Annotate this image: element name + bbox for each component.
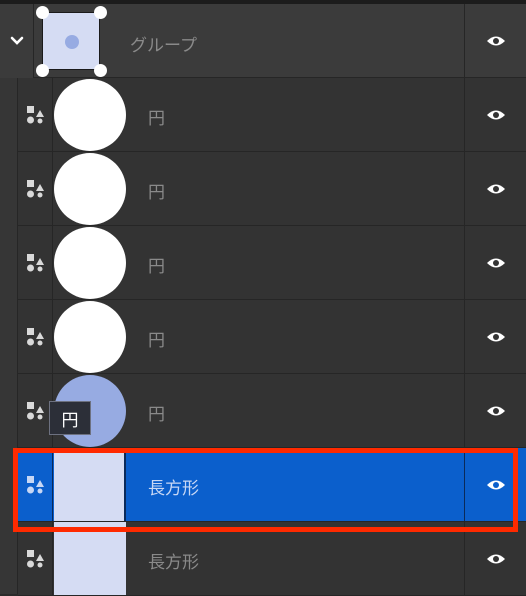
shapes-icon	[27, 475, 44, 493]
layer-label[interactable]: 円	[148, 326, 165, 351]
circle-shape-preview	[54, 153, 126, 225]
shapes-icon	[27, 253, 44, 271]
shapes-icon	[27, 179, 44, 197]
circle-shape-preview	[54, 227, 126, 299]
selection-handle-bottom-left[interactable]	[36, 64, 49, 77]
layer-label[interactable]: 円	[148, 178, 165, 203]
group-indent-bar	[0, 78, 18, 594]
layer-type-toggle[interactable]	[18, 152, 53, 225]
circle-shape-preview	[54, 79, 126, 151]
group-label[interactable]: グループ	[130, 31, 197, 56]
layer-visibility-toggle[interactable]	[464, 226, 526, 299]
layer-thumbnail[interactable]	[54, 152, 126, 225]
layer-row[interactable]: 長方形	[18, 448, 526, 522]
eye-icon	[486, 480, 505, 489]
shapes-icon	[27, 549, 44, 567]
layer-label[interactable]: 円	[148, 104, 165, 129]
layer-thumbnail[interactable]	[54, 226, 126, 299]
layer-group-row[interactable]: グループ	[0, 4, 526, 78]
layer-name-tooltip: 円	[49, 401, 91, 435]
chevron-down-icon	[10, 36, 23, 45]
layer-label[interactable]: 円	[148, 400, 165, 425]
eye-icon	[486, 406, 505, 415]
shapes-icon	[27, 327, 44, 345]
layer-visibility-toggle[interactable]	[464, 300, 526, 373]
group-thumbnail-center-dot	[65, 35, 79, 49]
layer-row[interactable]: 円	[18, 78, 526, 152]
layer-type-toggle[interactable]	[18, 300, 53, 373]
layer-thumbnail[interactable]	[54, 78, 126, 151]
layer-thumbnail[interactable]	[54, 522, 126, 595]
eye-icon	[486, 554, 505, 563]
layer-type-toggle[interactable]	[18, 78, 53, 151]
layer-row[interactable]: 円	[18, 152, 526, 226]
eye-icon	[486, 36, 505, 45]
layer-row[interactable]: 円	[18, 374, 526, 448]
layer-row[interactable]: 長方形	[18, 522, 526, 596]
layer-visibility-toggle[interactable]	[464, 374, 526, 447]
layer-type-toggle[interactable]	[18, 374, 53, 447]
selection-handle-top-left[interactable]	[36, 6, 49, 19]
eye-icon	[486, 332, 505, 341]
circle-shape-preview	[54, 301, 126, 373]
shapes-icon	[27, 401, 44, 419]
eye-icon	[486, 110, 505, 119]
layer-thumbnail[interactable]	[54, 448, 126, 521]
layer-type-toggle[interactable]	[18, 226, 53, 299]
layer-visibility-toggle[interactable]	[464, 448, 526, 521]
selection-handle-top-right[interactable]	[94, 6, 107, 19]
layer-row[interactable]: 円	[18, 226, 526, 300]
rectangle-shape-preview	[54, 448, 124, 521]
eye-icon	[486, 184, 505, 193]
layer-type-toggle[interactable]	[18, 522, 53, 595]
rectangle-shape-preview	[54, 522, 126, 595]
shapes-icon	[27, 105, 44, 123]
layer-visibility-toggle[interactable]	[464, 522, 526, 595]
layer-label[interactable]: 長方形	[148, 548, 199, 573]
group-visibility-toggle[interactable]	[464, 4, 526, 77]
layer-label[interactable]: 長方形	[148, 474, 199, 499]
layer-type-toggle[interactable]	[18, 448, 53, 521]
selection-handle-bottom-right[interactable]	[94, 64, 107, 77]
group-expand-toggle[interactable]	[0, 4, 34, 78]
layer-row[interactable]: 円	[18, 300, 526, 374]
eye-icon	[486, 258, 505, 267]
layer-visibility-toggle[interactable]	[464, 78, 526, 151]
layer-thumbnail[interactable]	[54, 300, 126, 373]
group-thumbnail[interactable]	[36, 6, 107, 77]
tooltip-text: 円	[61, 410, 79, 431]
layer-visibility-toggle[interactable]	[464, 152, 526, 225]
layer-label[interactable]: 円	[148, 252, 165, 277]
